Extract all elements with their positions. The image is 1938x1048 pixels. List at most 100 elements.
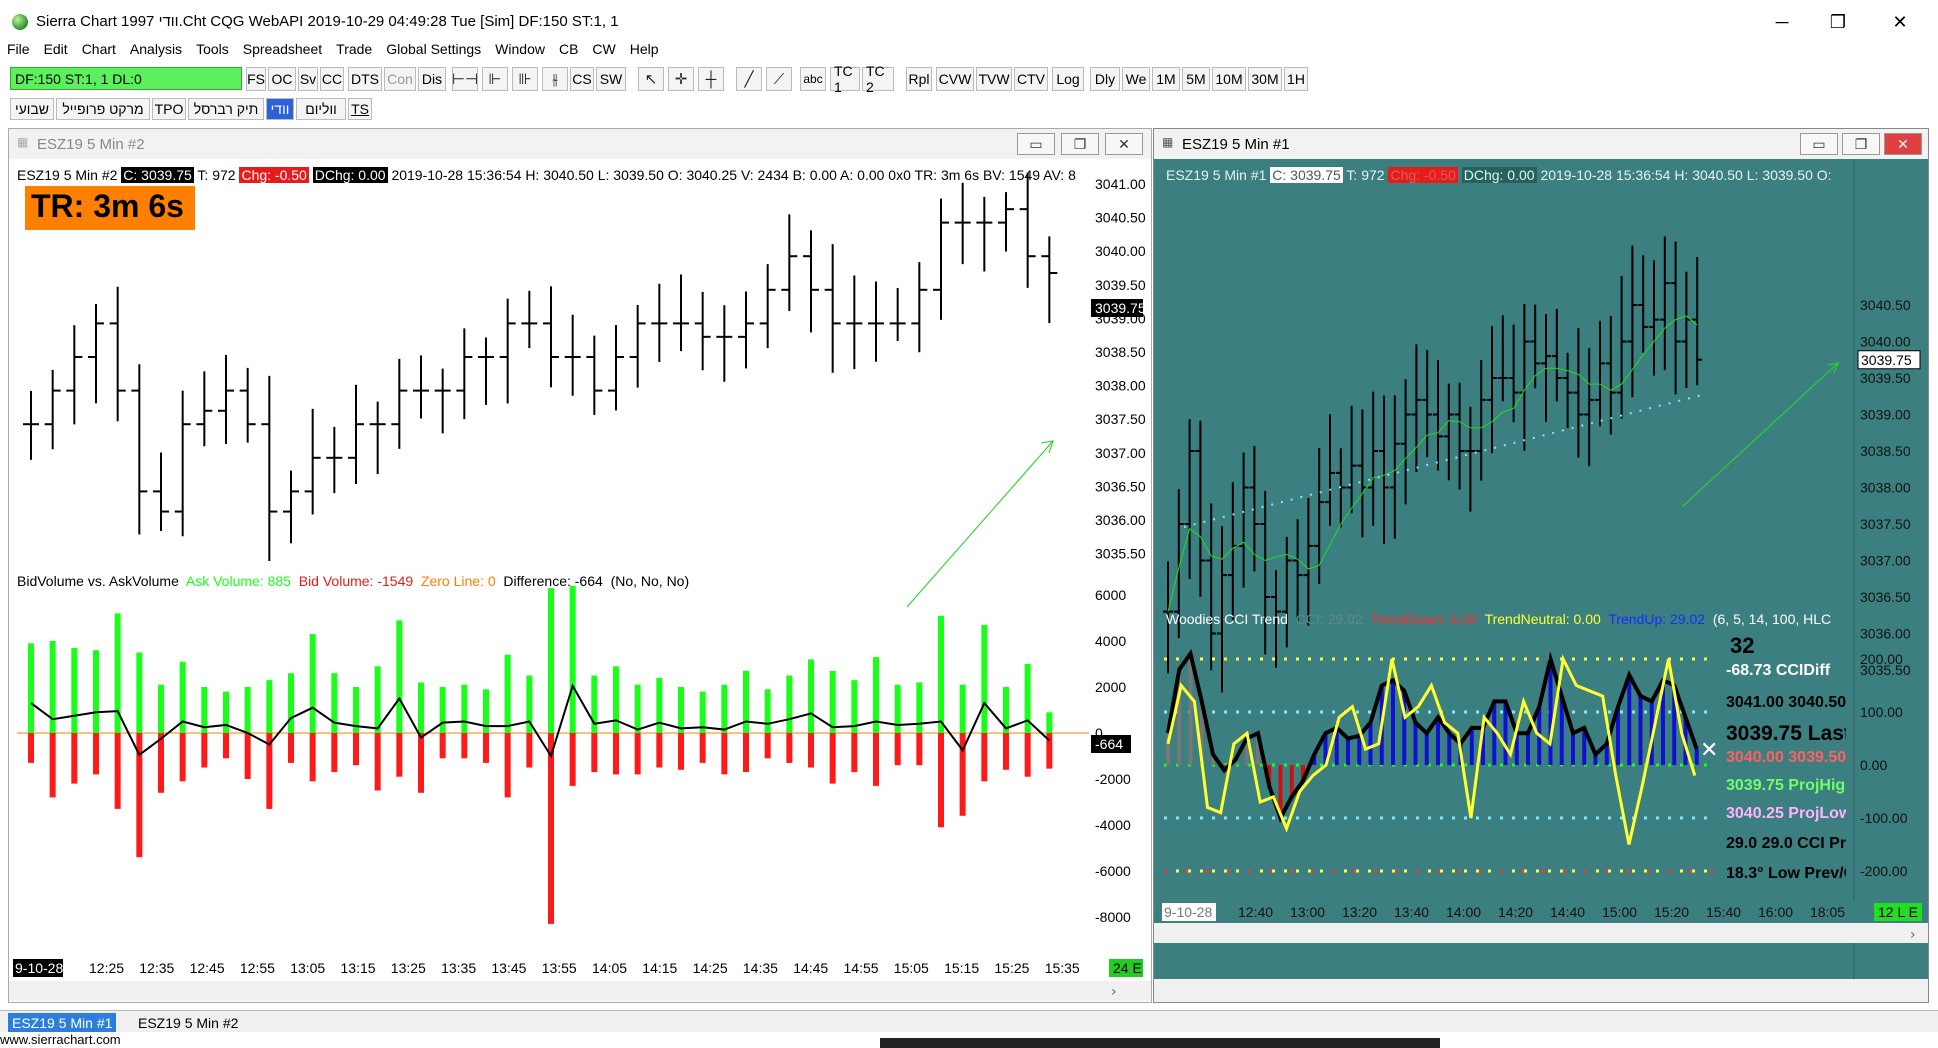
fs-button[interactable]: FS xyxy=(246,67,266,91)
left-chart-titlebar[interactable]: ▦ ESZ19 5 Min #2 ▭ ❐ ✕ xyxy=(9,129,1151,159)
time-axis-label: 13:35 xyxy=(441,960,476,976)
text-tool-button[interactable]: abc xyxy=(800,67,826,91)
menu-chart[interactable]: Chart xyxy=(75,38,123,57)
bid-volume-bar xyxy=(591,733,598,773)
difference-label: Difference: -664 xyxy=(503,573,603,589)
tab-woody[interactable]: וודי xyxy=(266,98,294,120)
cci-histogram-bar xyxy=(1447,733,1452,765)
ask-volume-bar xyxy=(916,682,923,733)
sw-button[interactable]: SW xyxy=(596,67,626,91)
daily-button[interactable]: Dly xyxy=(1090,67,1120,91)
price-axis-label: 3036.50 xyxy=(1095,478,1146,494)
oc-button[interactable]: OC xyxy=(268,67,296,91)
menu-cb[interactable]: CB xyxy=(552,38,585,57)
ask-volume-bar xyxy=(93,650,99,733)
tab-reversal[interactable]: תיק רברסל xyxy=(188,98,264,120)
bid-volume-bar xyxy=(569,733,576,786)
ctv-button[interactable]: CTV xyxy=(1014,67,1048,91)
status-tab-chart-1[interactable]: ESZ19 5 Min #1 xyxy=(8,1013,117,1033)
disconnect-button[interactable]: Dis xyxy=(418,67,446,91)
cc-button[interactable]: CC xyxy=(320,67,344,91)
bid-volume-bar xyxy=(483,733,489,763)
bid-volume-bar xyxy=(28,733,34,763)
bid-volume-bar xyxy=(699,733,706,763)
bar-spacing-alt-icon[interactable]: ⊩ xyxy=(482,67,508,91)
tc1-button[interactable]: TC 1 xyxy=(830,63,860,95)
cci-histogram-bar xyxy=(1357,735,1362,765)
close-button[interactable]: ✕ xyxy=(1878,8,1922,36)
cvw-button[interactable]: CVW xyxy=(936,67,974,91)
cross-icon[interactable]: ┼ xyxy=(698,67,724,91)
cs-button[interactable]: CS xyxy=(570,67,594,91)
tab-tpo[interactable]: TPO xyxy=(152,98,186,120)
menu-analysis[interactable]: Analysis xyxy=(123,38,189,57)
menu-help[interactable]: Help xyxy=(623,38,666,57)
replay-button[interactable]: Rpl xyxy=(906,67,932,91)
tvw-button[interactable]: TVW xyxy=(976,67,1012,91)
bar-spacing-icon[interactable]: ⊢⊣ xyxy=(452,67,478,91)
menu-spreadsheet[interactable]: Spreadsheet xyxy=(236,38,329,57)
ask-volume-bar xyxy=(504,654,511,733)
zero-line-label: Zero Line: 0 xyxy=(420,573,496,589)
right-chart-maximize-button[interactable]: ❐ xyxy=(1842,133,1880,155)
right-chart-titlebar[interactable]: ▦ ESZ19 5 Min #1 ▭ ❐ ✕ xyxy=(1154,129,1928,159)
5m-button[interactable]: 5M xyxy=(1182,67,1210,91)
time-axis-label: 14:35 xyxy=(743,960,778,976)
1h-button[interactable]: 1H xyxy=(1284,67,1308,91)
menu-window[interactable]: Window xyxy=(488,38,552,57)
symbol-label: ESZ19 5 Min #1 xyxy=(1166,167,1267,183)
30m-button[interactable]: 30M xyxy=(1248,67,1282,91)
tc2-button[interactable]: TC 2 xyxy=(862,63,894,95)
tab-ts[interactable]: TS xyxy=(348,98,372,120)
price-axis-label: 3038.00 xyxy=(1860,480,1911,496)
tab-weekly[interactable]: שבועי xyxy=(10,98,54,120)
time-axis-label: 15:35 xyxy=(1045,960,1080,976)
bid-volume-bar xyxy=(288,733,294,763)
connect-button[interactable]: Con xyxy=(384,67,416,91)
bid-volume-bar xyxy=(309,733,316,782)
menu-global-settings[interactable]: Global Settings xyxy=(379,38,488,57)
log-button[interactable]: Log xyxy=(1052,67,1084,91)
cci-study-header: Woodies CCI Trend CCI: 29.02 TrendDown: … xyxy=(1166,611,1832,627)
left-chart-window[interactable]: ▦ ESZ19 5 Min #2 ▭ ❐ ✕ ESZ19 5 Min #2 C:… xyxy=(8,128,1152,1003)
ask-volume-bar xyxy=(569,585,576,733)
pointer-icon[interactable]: ↖ xyxy=(638,67,664,91)
weekly-button[interactable]: We xyxy=(1122,67,1150,91)
line-tool-icon[interactable]: ╱ xyxy=(736,67,762,91)
volume-axis-label: 6000 xyxy=(1095,587,1126,603)
menu-tools[interactable]: Tools xyxy=(189,38,236,57)
time-axis-label: 12:45 xyxy=(190,960,225,976)
10m-button[interactable]: 10M xyxy=(1212,67,1246,91)
maximize-button[interactable]: ❐ xyxy=(1816,8,1860,36)
dts-button[interactable]: DTS xyxy=(348,67,382,91)
minimize-button[interactable]: ─ xyxy=(1760,8,1804,36)
menu-cw[interactable]: CW xyxy=(585,38,622,57)
left-chart-minimize-button[interactable]: ▭ xyxy=(1017,133,1055,155)
right-chart-window[interactable]: ▦ ESZ19 5 Min #1 ▭ ❐ ✕ 3040.50 3040.00 303… xyxy=(1153,128,1929,1003)
right-chart-close-button[interactable]: ✕ xyxy=(1884,133,1922,155)
1m-button[interactable]: 1M xyxy=(1152,67,1180,91)
time-axis-label: 14:05 xyxy=(592,960,627,976)
tab-market-profile[interactable]: מרקט פרופייל xyxy=(56,98,150,120)
time-axis-label: 15:20 xyxy=(1654,904,1689,920)
menu-file[interactable]: File xyxy=(0,38,37,57)
footer-url[interactable]: www.sierrachart.com xyxy=(0,1032,121,1047)
cci-axis-label: -100.00 xyxy=(1860,810,1908,826)
left-chart-close-button[interactable]: ✕ xyxy=(1105,133,1143,155)
right-chart-minimize-button[interactable]: ▭ xyxy=(1800,133,1838,155)
status-tab-chart-2[interactable]: ESZ19 5 Min #2 xyxy=(134,1013,242,1033)
menu-edit[interactable]: Edit xyxy=(37,38,75,57)
volume-study-header: BidVolume vs. AskVolume Ask Volume: 885 … xyxy=(17,573,689,589)
menu-trade[interactable]: Trade xyxy=(329,38,379,57)
ray-tool-icon[interactable]: ⟋ xyxy=(766,67,792,91)
angle-label: 18.3° Low Prev/C xyxy=(1726,865,1846,882)
left-chart-maximize-button[interactable]: ❐ xyxy=(1061,133,1099,155)
tab-volume[interactable]: ווליום xyxy=(296,98,346,120)
price-axis-label: 3040.00 xyxy=(1095,243,1146,259)
sv-button[interactable]: Sv xyxy=(298,67,318,91)
crosshair-icon[interactable]: ✛ xyxy=(668,67,694,91)
projected-high-label: 3039.75 ProjHig xyxy=(1726,777,1846,794)
scale-icon[interactable]: ⊪ xyxy=(512,67,538,91)
trend-down-label: TrendDown: 0.00 xyxy=(1370,611,1478,627)
scale-alt-icon[interactable]: ⫳ xyxy=(542,67,568,91)
